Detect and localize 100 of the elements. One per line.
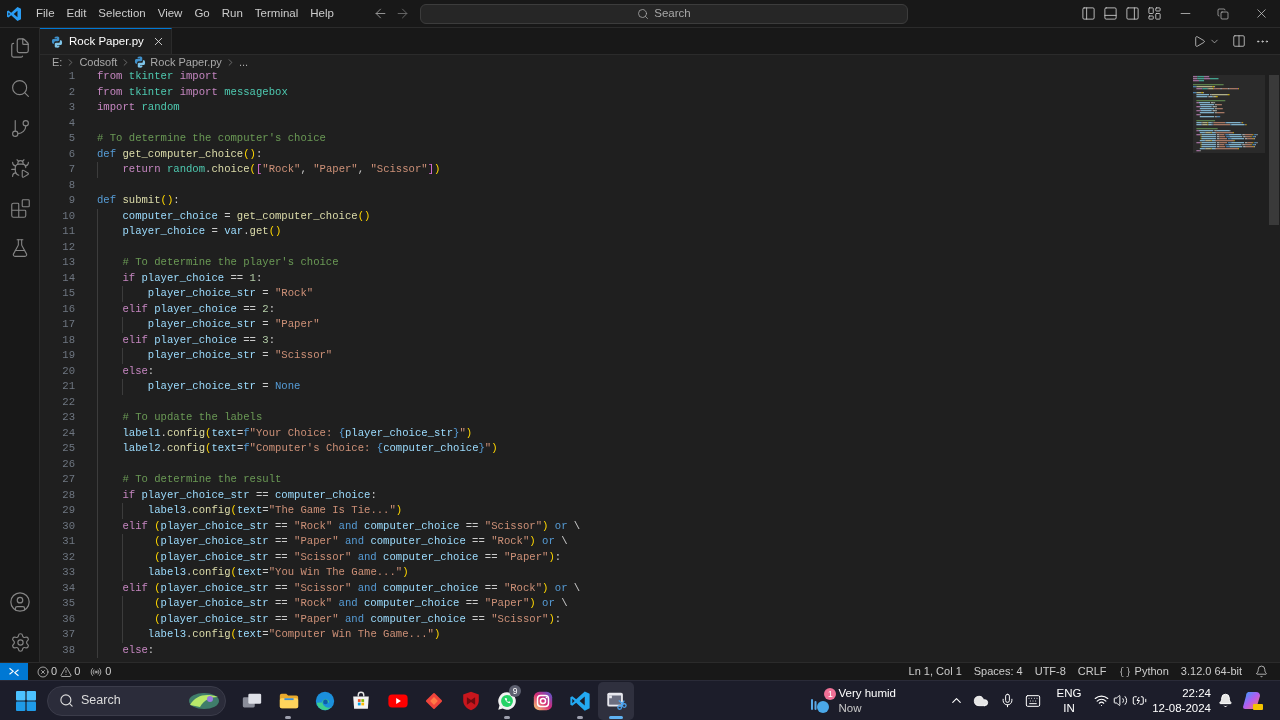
- line-number: 23: [62, 410, 75, 425]
- customize-layout-icon[interactable]: [1146, 6, 1162, 21]
- code-line: player_choice_str = "Rock": [147, 286, 314, 301]
- restore-icon[interactable]: [1217, 7, 1229, 20]
- breadcrumb-item[interactable]: E:: [52, 55, 63, 69]
- volume-icon[interactable]: [1112, 693, 1128, 708]
- code-line: # To determine the player's choice: [122, 255, 339, 270]
- code-line: def submit():: [97, 193, 180, 208]
- line-number: 15: [62, 286, 75, 301]
- code-line: from tkinter import: [97, 69, 218, 84]
- menu-item[interactable]: Help: [304, 2, 340, 25]
- run-icon[interactable]: [1192, 34, 1206, 48]
- start-menu-icon[interactable]: [16, 690, 36, 711]
- clock-time[interactable]: 22:24: [1182, 685, 1211, 701]
- input-region[interactable]: IN: [1063, 700, 1075, 716]
- bug-play-icon[interactable]: [9, 157, 31, 179]
- explorer-icon[interactable]: [9, 37, 31, 59]
- menu-item[interactable]: Go: [188, 2, 216, 25]
- line-number: 38: [62, 642, 75, 658]
- line-number: 27: [62, 472, 75, 487]
- scrollbar-thumb[interactable]: [1269, 75, 1279, 225]
- menu-item[interactable]: View: [151, 2, 189, 25]
- line-number: 25: [62, 441, 75, 456]
- wave-circle-icon[interactable]: [313, 689, 336, 712]
- language-mode[interactable]: Python: [1112, 663, 1175, 680]
- camera-icon[interactable]: [532, 689, 555, 712]
- line-number: 1: [68, 69, 75, 84]
- line-ending[interactable]: CRLF: [1071, 663, 1113, 680]
- code-line: # To update the labels: [122, 410, 263, 425]
- code-editor-icon[interactable]: [568, 689, 591, 712]
- editor-tab[interactable]: Rock Paper.py: [40, 28, 172, 54]
- taskbar-search[interactable]: Search: [47, 685, 226, 716]
- line-number: 22: [62, 394, 75, 410]
- code-line: if player_choice_str == computer_choice:: [122, 487, 377, 503]
- warnings-indicator[interactable]: 0: [60, 663, 81, 680]
- code-line: elif player_choice == 3:: [122, 332, 276, 348]
- search-icon[interactable]: [9, 77, 31, 99]
- errors-indicator[interactable]: 0: [34, 663, 58, 680]
- wifi-icon[interactable]: [1093, 693, 1109, 708]
- settings-icon[interactable]: [9, 631, 31, 653]
- extensions-icon[interactable]: [9, 197, 31, 219]
- command-center-search[interactable]: Search: [420, 3, 908, 24]
- gradient-tile-icon[interactable]: [1242, 689, 1264, 712]
- flask-icon[interactable]: [10, 238, 30, 258]
- account-icon[interactable]: [9, 591, 31, 613]
- cursor-position[interactable]: Ln 1, Col 1: [902, 663, 968, 680]
- battery-icon[interactable]: [1131, 693, 1147, 708]
- menu-item[interactable]: Terminal: [248, 2, 305, 25]
- keyboard-icon[interactable]: [1025, 692, 1041, 709]
- code-line: return random.choice(["Rock", "Paper", "Scissor"]): [122, 162, 441, 177]
- line-number: 11: [62, 224, 75, 239]
- menu-item[interactable]: File: [30, 2, 61, 25]
- breadcrumb-item[interactable]: Codsoft: [79, 55, 118, 69]
- indentation[interactable]: Spaces: 4: [967, 663, 1029, 680]
- line-number: 35: [62, 596, 75, 611]
- line-number: 14: [62, 270, 75, 286]
- code-line: if player_choice == 1:: [122, 270, 263, 286]
- line-number: 5: [68, 131, 75, 146]
- search-icon: [637, 7, 650, 20]
- toggle-panel-icon[interactable]: [1102, 6, 1118, 21]
- chat-bubble-icon[interactable]: [495, 689, 518, 712]
- input-language[interactable]: ENG: [1056, 685, 1082, 701]
- active-app-tile[interactable]: [597, 681, 635, 720]
- back-arrow-icon[interactable]: [372, 6, 388, 21]
- code-line: (player_choice_str == "Scissor" and computer_choice == "Paper"):: [154, 549, 562, 565]
- code-line: label3.config(text="You Win The Game..."): [147, 565, 409, 580]
- source-control-icon[interactable]: [9, 117, 31, 139]
- toggle-sidebar-icon[interactable]: [1080, 6, 1096, 21]
- forward-arrow-icon[interactable]: [394, 6, 410, 21]
- notification-badge: 1: [824, 687, 837, 700]
- notification-bell-icon[interactable]: [1254, 665, 1268, 678]
- remote-icon: [8, 665, 20, 678]
- code-line: player_choice = var.get(): [122, 224, 282, 239]
- remote-button[interactable]: [0, 663, 28, 680]
- search-icon: [59, 693, 74, 708]
- clock-date[interactable]: 12-08-2024: [1152, 700, 1211, 716]
- line-number: 18: [62, 332, 75, 348]
- split-editor-icon[interactable]: [1232, 34, 1246, 48]
- toggle-secondary-sidebar-icon[interactable]: [1124, 6, 1140, 21]
- code-line: else:: [122, 363, 155, 379]
- breadcrumb-item[interactable]: Rock Paper.py: [134, 55, 222, 69]
- code-line: def get_computer_choice():: [97, 146, 263, 162]
- notification-bell-icon[interactable]: [1217, 693, 1233, 708]
- line-number: 8: [68, 177, 75, 193]
- microphone-icon[interactable]: [999, 693, 1015, 708]
- breadcrumb-item[interactable]: ...: [238, 55, 249, 69]
- encoding[interactable]: UTF-8: [1028, 663, 1072, 680]
- menu-item[interactable]: Run: [215, 2, 249, 25]
- code-line: label1.config(text=f"Your Choice: {player_choice_str}"): [122, 425, 473, 441]
- line-number: 30: [62, 518, 75, 534]
- code-line: import random: [97, 100, 180, 115]
- line-number: 29: [62, 503, 75, 518]
- code-line: player_choice_str = "Scissor": [147, 348, 333, 363]
- weather-time[interactable]: Now: [838, 700, 896, 716]
- code-line: label3.config(text="The Game Is Tie..."): [147, 503, 403, 518]
- ports-indicator[interactable]: 0: [90, 663, 112, 680]
- interpreter-version[interactable]: 3.12.0 64-bit: [1174, 663, 1248, 680]
- weather-condition[interactable]: Very humid: [838, 685, 896, 701]
- menu-item[interactable]: Edit: [60, 2, 93, 25]
- menu-item[interactable]: Selection: [92, 2, 152, 25]
